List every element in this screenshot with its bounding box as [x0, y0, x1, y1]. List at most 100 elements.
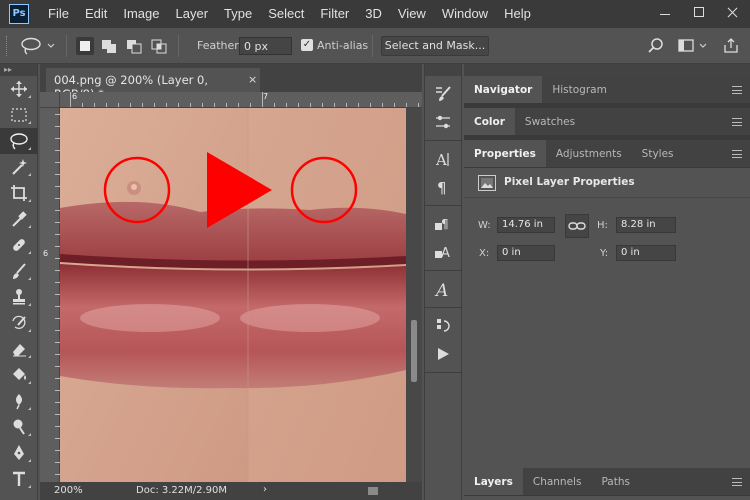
document-tab[interactable]: 004.png @ 200% (Layer 0, RGB/8) * × [46, 68, 260, 101]
tab-adjustments[interactable]: Adjustments [546, 140, 632, 167]
menu-layer[interactable]: Layer [168, 0, 217, 28]
feather-input[interactable] [239, 37, 292, 55]
dodge-icon [13, 419, 25, 435]
document-canvas[interactable] [60, 108, 406, 482]
tab-navigator[interactable]: Navigator [464, 76, 543, 103]
horizontal-scroll-thumb[interactable] [368, 487, 378, 495]
play-action-button[interactable] [425, 340, 461, 368]
paint-bucket-tool[interactable] [0, 362, 38, 388]
tab-swatches[interactable]: Swatches [515, 108, 585, 135]
character-icon: A [435, 151, 449, 168]
history-brush-tool[interactable] [0, 310, 38, 336]
properties-panel-tabs: Properties Adjustments Styles [464, 140, 750, 168]
panel-menu-icon[interactable] [732, 150, 742, 158]
y-label: Y: [600, 248, 609, 259]
dodge-tool[interactable] [0, 414, 38, 440]
options-grip[interactable] [6, 36, 9, 56]
y-field[interactable]: 0 in [616, 245, 676, 261]
menu-filter[interactable]: Filter [312, 0, 357, 28]
link-dimensions-button[interactable] [565, 214, 589, 238]
select-and-mask-button[interactable]: Select and Mask... [381, 36, 489, 56]
tab-color[interactable]: Color [464, 108, 515, 135]
paragraph-icon: ¶ [437, 179, 447, 196]
paint-bucket-icon [13, 368, 26, 380]
menu-file[interactable]: File [40, 0, 77, 28]
menu-help[interactable]: Help [496, 0, 539, 28]
menu-type[interactable]: Type [216, 0, 260, 28]
intersect-selection-button[interactable] [150, 37, 168, 55]
antialias-checkbox[interactable]: ✓ [301, 39, 313, 51]
magic-wand-tool[interactable] [0, 154, 38, 180]
marquee-tool[interactable] [0, 102, 38, 128]
horizontal-ruler[interactable]: 6 7 [60, 92, 422, 108]
antialias-label: Anti-alias [317, 39, 369, 52]
minimize-button[interactable] [648, 0, 682, 28]
panel-dock-header[interactable] [464, 64, 750, 76]
status-menu-arrow[interactable]: › [263, 484, 267, 495]
history-panel-button[interactable] [425, 80, 461, 108]
horizontal-scrollbar[interactable] [276, 486, 406, 496]
add-to-selection-button[interactable] [100, 37, 118, 55]
workspace-switcher[interactable] [676, 36, 710, 56]
x-field[interactable]: 0 in [497, 245, 555, 261]
zoom-level[interactable]: 200% [54, 485, 83, 496]
crop-tool[interactable] [0, 180, 38, 206]
actions-panel-button[interactable] [425, 312, 461, 340]
brush-settings-icon [436, 115, 450, 129]
tools-panel-header[interactable]: ▸▸ [0, 64, 37, 76]
icon-strip-header[interactable] [425, 64, 461, 76]
eyedropper-tool[interactable] [0, 206, 38, 232]
vertical-scroll-thumb[interactable] [411, 320, 417, 382]
close-icon [728, 7, 738, 17]
panel-menu-icon[interactable] [732, 478, 742, 486]
type-tool[interactable] [0, 466, 38, 492]
tab-paths[interactable]: Paths [591, 468, 640, 495]
menu-image[interactable]: Image [115, 0, 167, 28]
menu-select[interactable]: Select [260, 0, 312, 28]
healing-brush-tool[interactable] [0, 232, 38, 258]
ruler-origin[interactable] [40, 92, 60, 108]
brush-tool[interactable] [0, 258, 38, 284]
brush-icon [13, 263, 26, 279]
tab-properties[interactable]: Properties [464, 140, 546, 167]
menu-edit[interactable]: Edit [77, 0, 115, 28]
vertical-scrollbar[interactable] [406, 108, 422, 482]
panel-menu-icon[interactable] [732, 118, 742, 126]
eraser-tool[interactable] [0, 336, 38, 362]
share-button[interactable] [720, 36, 742, 56]
tool-preset-picker[interactable] [18, 36, 58, 56]
search-button[interactable] [645, 36, 667, 56]
document-tab-close-button[interactable]: × [248, 73, 257, 86]
panel-menu-icon[interactable] [732, 86, 742, 94]
crop-icon [11, 185, 27, 201]
width-field[interactable]: 14.76 in [497, 217, 555, 233]
glyphs-panel-button[interactable]: A [425, 275, 461, 303]
character-styles-button[interactable]: A [425, 238, 461, 266]
tab-styles[interactable]: Styles [632, 140, 684, 167]
character-panel-button[interactable]: A [425, 145, 461, 173]
tab-channels[interactable]: Channels [523, 468, 592, 495]
move-tool[interactable] [0, 76, 38, 102]
paragraph-styles-button[interactable]: ¶ [425, 210, 461, 238]
menu-window[interactable]: Window [434, 0, 496, 28]
paragraph-panel-button[interactable]: ¶ [425, 173, 461, 201]
feather-label: Feather: [197, 39, 243, 52]
menu-3d[interactable]: 3D [357, 0, 390, 28]
photoshop-logo: Ps [9, 4, 29, 24]
maximize-button[interactable] [682, 0, 716, 28]
blur-tool[interactable] [0, 388, 38, 414]
pen-tool[interactable] [0, 440, 38, 466]
tab-layers[interactable]: Layers [464, 468, 523, 495]
lasso-tool[interactable] [0, 128, 38, 154]
subtract-from-selection-button[interactable] [125, 37, 143, 55]
vertical-ruler[interactable]: 6 [40, 108, 60, 482]
minimize-icon [660, 7, 670, 15]
height-field[interactable]: 8.28 in [616, 217, 676, 233]
close-window-button[interactable] [716, 0, 750, 28]
tab-histogram[interactable]: Histogram [542, 76, 616, 103]
clone-stamp-tool[interactable] [0, 284, 38, 310]
svg-text:¶: ¶ [441, 217, 449, 231]
menu-view[interactable]: View [390, 0, 434, 28]
brush-settings-button[interactable] [425, 108, 461, 136]
new-selection-button[interactable] [76, 37, 94, 55]
